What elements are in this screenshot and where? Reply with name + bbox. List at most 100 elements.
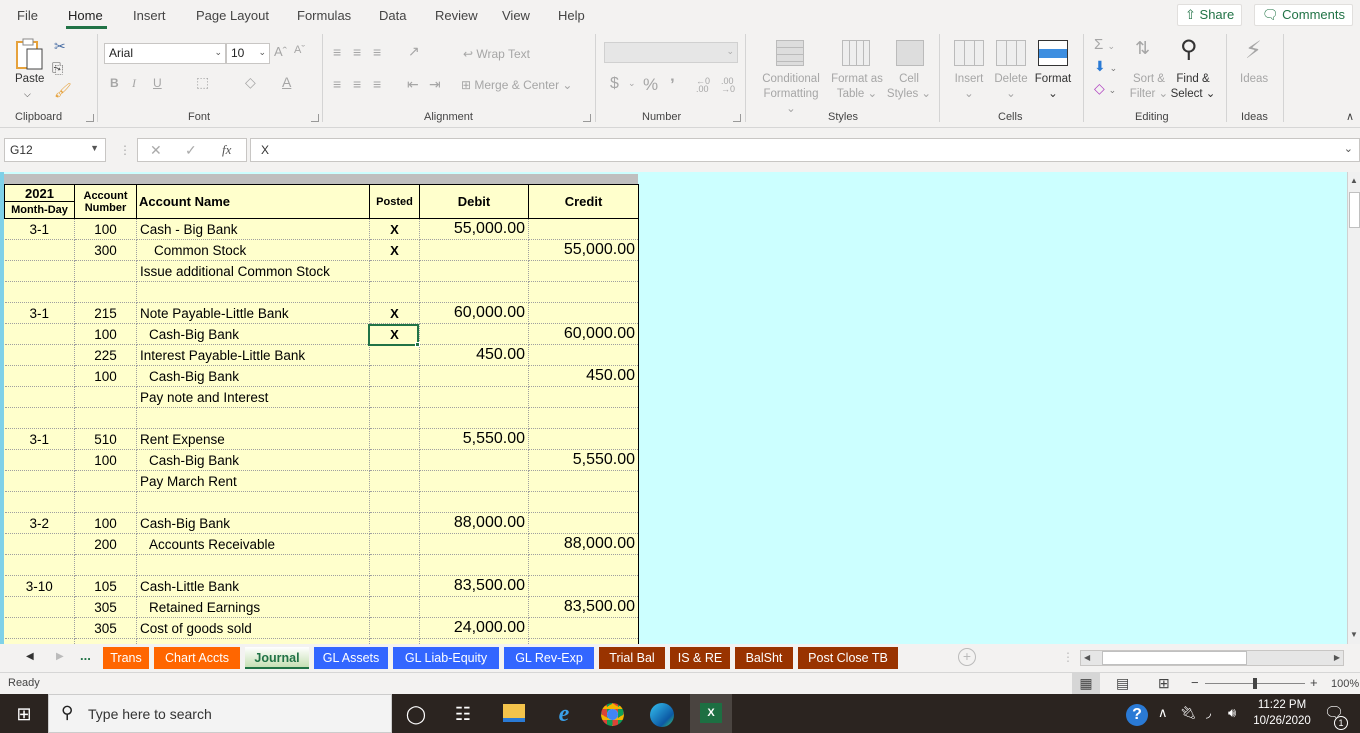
credit-cell[interactable] — [528, 386, 639, 408]
conditional-formatting-button[interactable]: Conditional Formatting ⌄ — [760, 72, 822, 117]
find-select-button[interactable]: Find & Select ⌄ — [1170, 72, 1216, 102]
debit-cell[interactable] — [419, 323, 529, 345]
alignment-launcher-icon[interactable] — [583, 114, 591, 122]
zoom-in-button[interactable]: + — [1310, 675, 1318, 690]
posted-cell[interactable] — [369, 260, 420, 282]
account-name-cell[interactable]: Accounts Receivable — [136, 533, 370, 555]
menu-view[interactable]: View — [502, 8, 530, 23]
paste-button[interactable]: Paste — [15, 72, 44, 87]
cortana-icon[interactable]: ◯ — [404, 702, 428, 726]
sort-filter-icon[interactable]: ⇅ — [1135, 38, 1150, 59]
battery-icon[interactable]: 🔌︎ — [1180, 705, 1197, 721]
sheet-tab-journal[interactable]: Journal — [245, 647, 309, 669]
sheet-tab-trial-bal[interactable]: Trial Bal — [599, 647, 665, 669]
debit-cell[interactable] — [419, 281, 529, 303]
account-name-cell[interactable]: Interest Payable-Little Bank — [136, 344, 370, 366]
posted-cell[interactable] — [369, 596, 420, 618]
find-select-icon[interactable]: ⚲ — [1180, 35, 1198, 64]
font-launcher-icon[interactable] — [311, 114, 319, 122]
debit-cell[interactable]: 450.00 — [419, 344, 529, 366]
share-button[interactable]: ⇧ Share — [1177, 4, 1243, 26]
normal-view-icon[interactable]: ▦ — [1072, 673, 1100, 694]
date-cell[interactable] — [4, 365, 75, 387]
account-name-cell[interactable]: Cash-Little Bank — [136, 575, 370, 597]
posted-cell[interactable] — [369, 470, 420, 492]
align-middle-icon[interactable]: ≡ — [353, 44, 361, 60]
bold-button[interactable]: B — [110, 76, 119, 90]
date-cell[interactable] — [4, 554, 75, 576]
account-number-cell[interactable]: 100 — [74, 512, 137, 534]
tab-splitter-icon[interactable]: ⋮ — [1062, 650, 1074, 664]
date-cell[interactable] — [4, 533, 75, 555]
align-right-icon[interactable]: ≡ — [373, 76, 381, 92]
account-name-cell[interactable]: Cash - Big Bank — [136, 218, 370, 240]
account-name-cell[interactable] — [136, 407, 370, 429]
enter-icon[interactable]: ✓ — [185, 142, 197, 159]
date-cell[interactable] — [4, 470, 75, 492]
account-name-cell[interactable] — [136, 554, 370, 576]
increase-indent-icon[interactable]: ⇥ — [429, 76, 441, 93]
decrease-font-icon[interactable]: Aˇ — [294, 44, 305, 56]
date-cell[interactable] — [4, 617, 75, 639]
posted-cell[interactable] — [369, 533, 420, 555]
sheet-tab-trans[interactable]: Trans — [103, 647, 149, 669]
account-number-cell[interactable] — [74, 407, 137, 429]
credit-cell[interactable]: 450.00 — [528, 365, 639, 387]
credit-cell[interactable] — [528, 260, 639, 282]
account-name-cell[interactable]: Cash-Big Bank — [136, 512, 370, 534]
scroll-up-icon[interactable]: ▲ — [1350, 176, 1358, 185]
posted-cell[interactable]: X — [369, 218, 420, 240]
credit-cell[interactable] — [528, 617, 639, 639]
insert-cells-icon[interactable] — [954, 40, 984, 66]
more-sheets-button[interactable]: ... — [80, 648, 91, 663]
volume-icon[interactable]: 🔊︎ — [1228, 705, 1236, 721]
account-number-cell[interactable]: 100 — [74, 449, 137, 471]
posted-cell[interactable] — [369, 575, 420, 597]
format-cells-icon[interactable] — [1038, 40, 1068, 66]
fill-icon[interactable]: ⬇ ⌄ — [1094, 58, 1117, 75]
formula-input[interactable]: X ⌄ — [250, 138, 1360, 162]
task-view-icon[interactable]: ☷ — [451, 702, 475, 726]
decrease-indent-icon[interactable]: ⇤ — [407, 76, 419, 93]
credit-cell[interactable]: 60,000.00 — [528, 323, 639, 345]
menu-insert[interactable]: Insert — [133, 8, 166, 23]
debit-cell[interactable] — [419, 407, 529, 429]
cell-styles-icon[interactable] — [896, 40, 924, 66]
debit-cell[interactable] — [419, 260, 529, 282]
paste-icon[interactable] — [15, 37, 45, 71]
comments-button[interactable]: 🗨︎ Comments — [1254, 4, 1353, 26]
posted-cell[interactable] — [369, 512, 420, 534]
selected-cell[interactable] — [368, 324, 419, 346]
account-number-cell[interactable] — [74, 470, 137, 492]
date-cell[interactable]: 3-1 — [4, 428, 75, 450]
posted-cell[interactable] — [369, 386, 420, 408]
debit-cell[interactable]: 55,000.00 — [419, 218, 529, 240]
align-left-icon[interactable]: ≡ — [333, 76, 341, 92]
format-as-table-icon[interactable] — [842, 40, 870, 66]
posted-cell[interactable]: X — [369, 239, 420, 261]
sheet-tab-gl-assets[interactable]: GL Assets — [314, 647, 388, 669]
percent-button[interactable]: % — [643, 75, 658, 95]
menu-help[interactable]: Help — [558, 8, 585, 23]
menu-page-layout[interactable]: Page Layout — [196, 8, 269, 23]
account-number-cell[interactable]: 305 — [74, 596, 137, 618]
credit-cell[interactable] — [528, 302, 639, 324]
account-number-cell[interactable]: 305 — [74, 617, 137, 639]
help-tray-icon[interactable]: ? — [1126, 704, 1148, 726]
cut-icon[interactable]: ✂ — [54, 38, 66, 55]
show-hidden-icons[interactable]: ∧ — [1158, 705, 1168, 721]
menu-file[interactable]: File — [17, 8, 38, 23]
clock[interactable]: 11:22 PM 10/26/2020 — [1252, 697, 1312, 729]
borders-icon[interactable]: ⬚ — [196, 74, 209, 91]
account-name-cell[interactable]: Cash-Big Bank — [136, 323, 370, 345]
debit-cell[interactable] — [419, 470, 529, 492]
page-break-view-icon[interactable]: ⊞ — [1158, 675, 1170, 692]
name-box[interactable]: G12 ▼ — [4, 138, 106, 162]
date-cell[interactable] — [4, 491, 75, 513]
sheet-tab-chart-accts[interactable]: Chart Accts — [154, 647, 240, 669]
account-number-cell[interactable]: 200 — [74, 533, 137, 555]
debit-cell[interactable] — [419, 365, 529, 387]
credit-cell[interactable] — [528, 344, 639, 366]
insert-function-button[interactable]: fx — [222, 142, 231, 158]
posted-cell[interactable] — [369, 428, 420, 450]
